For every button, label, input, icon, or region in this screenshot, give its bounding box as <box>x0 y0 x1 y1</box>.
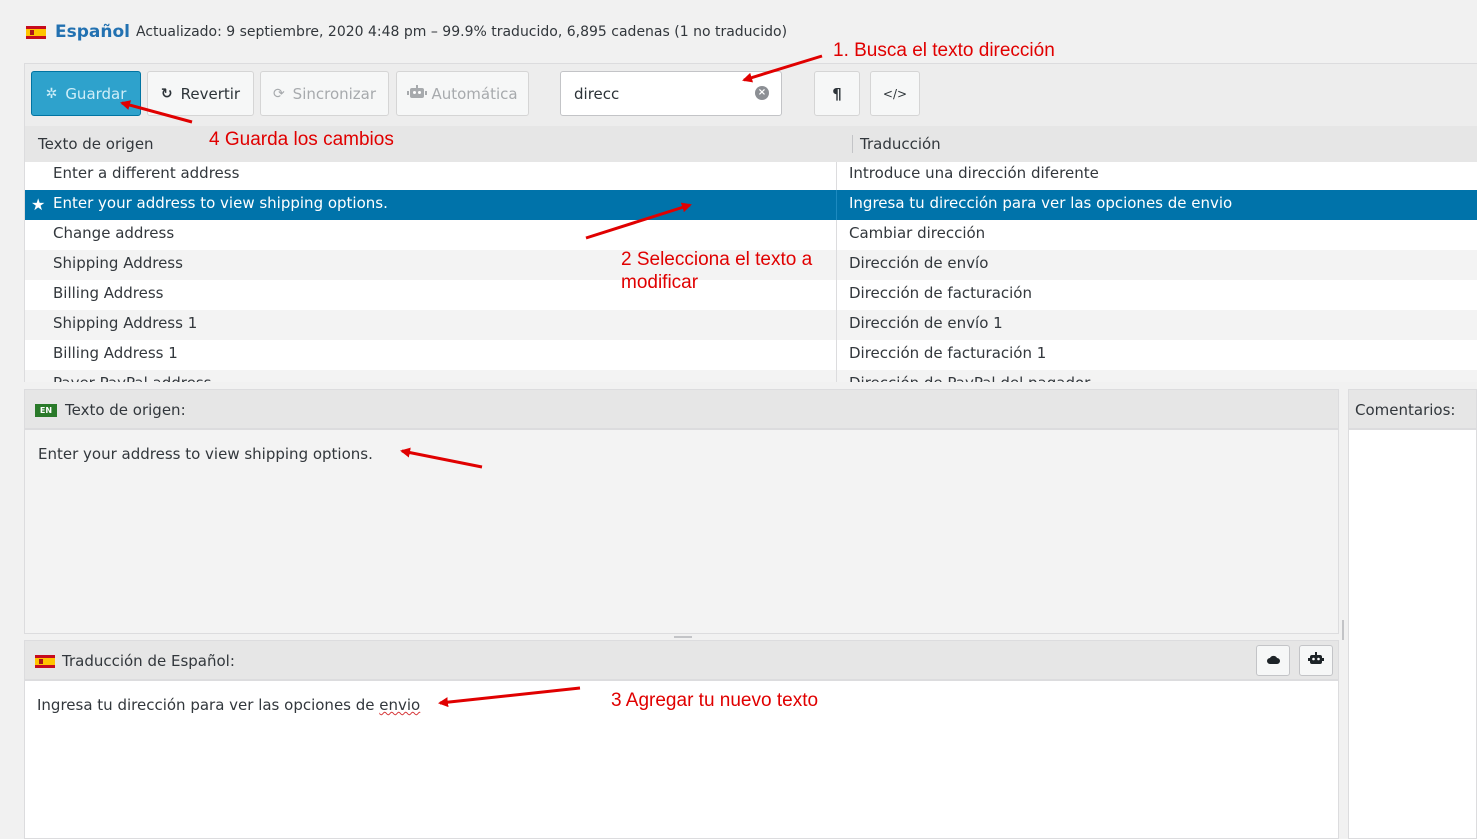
row-translation-text: Ingresa tu dirección para ver las opcion… <box>849 194 1233 212</box>
annotation-step-1: 1. Busca el texto dirección <box>833 40 1055 61</box>
source-panel-header: EN Texto de origen: <box>24 389 1339 429</box>
sync-label: Sincronizar <box>292 84 377 103</box>
clear-icon[interactable]: × <box>755 86 769 100</box>
cloud-icon <box>1266 653 1280 668</box>
row-source-text: Enter a different address <box>53 164 240 182</box>
revert-button[interactable]: ↻ Revertir <box>147 71 254 116</box>
list-row[interactable]: Enter a different address Introduce una d… <box>25 162 1477 190</box>
row-translation-text: Dirección de envío 1 <box>849 314 1003 332</box>
row-divider <box>836 250 837 280</box>
cloud-suggest-button[interactable] <box>1256 645 1290 676</box>
translation-panel-label: Traducción de Español: <box>62 652 235 670</box>
row-source-text: Shipping Address 1 <box>53 314 198 332</box>
row-source-text: Shipping Address <box>53 254 183 272</box>
row-divider <box>836 162 837 190</box>
row-divider <box>836 310 837 340</box>
spain-flag-icon <box>35 655 55 668</box>
list-row[interactable]: Change address Cambiar dirección <box>25 220 1477 250</box>
editor-toolbar: ✲ Guardar ↻ Revertir ⟳ Sincronizar Autom… <box>24 63 1477 126</box>
robot-icon <box>407 84 428 103</box>
resize-handle-vertical[interactable] <box>1342 620 1344 640</box>
row-divider <box>836 190 837 220</box>
row-divider <box>836 370 837 382</box>
robot-icon <box>1308 652 1324 669</box>
comments-panel-header: Comentarios: <box>1348 389 1477 429</box>
source-text-area[interactable]: Enter your address to view shipping opti… <box>24 429 1339 634</box>
annotation-step-2-line-2: modificar <box>621 272 699 293</box>
list-row[interactable]: Shipping Address 1 Dirección de envío 1 <box>25 310 1477 340</box>
translation-status: Actualizado: 9 septiembre, 2020 4:48 pm … <box>135 24 788 40</box>
row-translation-text: Dirección de facturación <box>849 284 1032 302</box>
undo-icon: ↻ <box>160 85 173 102</box>
misspelled-word: envio <box>379 696 421 714</box>
column-header-source[interactable]: Texto de origen <box>38 135 154 153</box>
loco-translate-editor: Español Actualizado: 9 septiembre, 2020 … <box>0 0 1477 839</box>
auto-translate-button[interactable]: Automática <box>396 71 529 116</box>
robot-translate-button[interactable] <box>1299 645 1333 676</box>
english-flag-icon: EN <box>35 404 57 417</box>
star-icon: ★ <box>31 195 46 214</box>
list-row[interactable]: Billing Address Dirección de facturación <box>25 280 1477 310</box>
search-input[interactable] <box>560 71 782 116</box>
save-button[interactable]: ✲ Guardar <box>31 71 141 116</box>
translation-text: Ingresa tu dirección para ver las opcion… <box>37 696 380 714</box>
sync-button[interactable]: ⟳ Sincronizar <box>260 71 389 116</box>
column-divider[interactable] <box>852 135 853 153</box>
list-row[interactable]: ★ Enter your address to view shipping opt… <box>25 190 1477 220</box>
page-header: Español Actualizado: 9 septiembre, 2020 … <box>26 20 787 44</box>
sync-icon: ⟳ <box>272 85 285 102</box>
source-panel-label: Texto de origen: <box>65 401 186 419</box>
spinner-icon: ✲ <box>45 85 58 102</box>
source-text: Enter your address to view shipping opti… <box>38 445 373 463</box>
row-translation-text: Cambiar dirección <box>849 224 986 242</box>
row-translation-text: Dirección de PayPal del pagador <box>849 374 1090 382</box>
row-translation-text: Dirección de envío <box>849 254 989 272</box>
revert-label: Revertir <box>180 84 241 103</box>
string-list: Enter a different address Introduce una d… <box>24 162 1477 382</box>
row-source-text: Enter your address to view shipping opti… <box>53 194 388 212</box>
row-source-text: Change address <box>53 224 175 242</box>
list-row[interactable]: Billing Address 1 Dirección de facturació… <box>25 340 1477 370</box>
column-header-translation[interactable]: Traducción <box>860 135 941 153</box>
row-source-text: Billing Address <box>53 284 164 302</box>
comments-label: Comentarios: <box>1355 401 1456 419</box>
annotation-step-2-line-1: 2 Selecciona el texto a <box>621 249 813 270</box>
row-source-text: Billing Address 1 <box>53 344 178 362</box>
auto-label: Automática <box>431 84 518 103</box>
invisibles-toggle-button[interactable]: ¶ <box>814 71 860 116</box>
row-translation-text: Introduce una dirección diferente <box>849 164 1099 182</box>
code-view-toggle-button[interactable]: </> <box>870 71 920 116</box>
row-divider <box>836 280 837 310</box>
code-icon: </> <box>882 86 908 101</box>
row-divider <box>836 340 837 370</box>
comments-text-area[interactable] <box>1348 429 1477 839</box>
row-translation-text: Dirección de facturación 1 <box>849 344 1047 362</box>
pilcrow-icon: ¶ <box>832 84 842 103</box>
spain-flag-icon <box>26 25 46 39</box>
save-label: Guardar <box>65 84 127 103</box>
list-row[interactable]: Payer PayPal address Dirección de PayPal … <box>25 370 1477 382</box>
translation-panel-header: Traducción de Español: <box>24 640 1339 680</box>
row-divider <box>836 220 837 250</box>
annotation-step-3: 3 Agregar tu nuevo texto <box>611 690 819 711</box>
annotation-step-4: 4 Guarda los cambios <box>209 129 394 150</box>
resize-handle-horizontal[interactable] <box>674 636 692 638</box>
row-source-text: Payer PayPal address <box>53 374 211 382</box>
language-name: Español <box>55 22 130 42</box>
